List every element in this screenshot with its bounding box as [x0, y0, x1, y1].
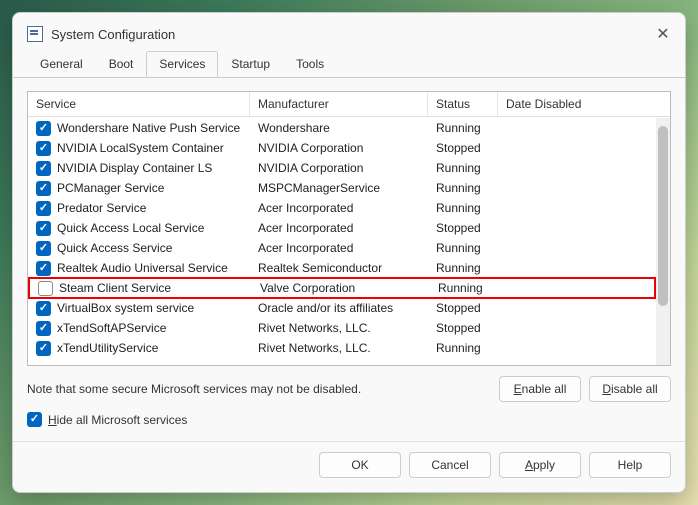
service-status: Running — [428, 161, 498, 175]
service-status: Running — [430, 281, 500, 295]
service-manufacturer: Oracle and/or its affiliates — [250, 301, 428, 315]
service-checkbox[interactable] — [36, 181, 51, 196]
tab-tools[interactable]: Tools — [283, 51, 337, 77]
service-manufacturer: MSPCManagerService — [250, 181, 428, 195]
titlebar: System Configuration ✕ — [13, 13, 685, 51]
table-row[interactable]: VirtualBox system service Oracle and/or i… — [28, 298, 656, 318]
service-status: Stopped — [428, 301, 498, 315]
service-checkbox[interactable] — [36, 201, 51, 216]
tab-services[interactable]: Services — [146, 51, 218, 77]
service-manufacturer: Wondershare — [250, 121, 428, 135]
table-row[interactable]: Steam Client Service Valve CorporationRun… — [28, 277, 656, 299]
app-icon — [27, 26, 43, 42]
table-row[interactable]: Realtek Audio Universal Service Realtek S… — [28, 258, 656, 278]
service-name: Quick Access Service — [57, 241, 172, 255]
service-checkbox[interactable] — [36, 321, 51, 336]
window-title: System Configuration — [51, 27, 655, 42]
enable-all-button[interactable]: Enable all — [499, 376, 581, 402]
service-name: NVIDIA Display Container LS — [57, 161, 212, 175]
service-checkbox[interactable] — [36, 341, 51, 356]
service-name: Wondershare Native Push Service — [57, 121, 240, 135]
system-configuration-window: System Configuration ✕ GeneralBootServic… — [12, 12, 686, 493]
service-manufacturer: NVIDIA Corporation — [250, 161, 428, 175]
service-checkbox[interactable] — [36, 141, 51, 156]
service-manufacturer: Realtek Semiconductor — [250, 261, 428, 275]
service-checkbox[interactable] — [36, 301, 51, 316]
table-row[interactable]: xTendSoftAPService Rivet Networks, LLC.St… — [28, 318, 656, 338]
table-row[interactable]: PCManager Service MSPCManagerServiceRunni… — [28, 178, 656, 198]
hide-microsoft-row: Hide all Microsoft services — [27, 412, 671, 427]
apply-button[interactable]: Apply — [499, 452, 581, 478]
dialog-footer: OK Cancel Apply Help — [13, 441, 685, 492]
service-name: Predator Service — [57, 201, 146, 215]
service-checkbox[interactable] — [36, 261, 51, 276]
hide-microsoft-label: Hide all Microsoft services — [48, 413, 187, 427]
service-name: Quick Access Local Service — [57, 221, 204, 235]
scrollbar[interactable] — [656, 118, 670, 365]
tab-boot[interactable]: Boot — [96, 51, 147, 77]
service-status: Running — [428, 241, 498, 255]
service-status: Running — [428, 201, 498, 215]
list-rows: Wondershare Native Push Service Wondersha… — [28, 118, 656, 365]
services-list: Service Manufacturer Status Date Disable… — [27, 91, 671, 366]
col-status[interactable]: Status — [428, 92, 498, 116]
help-button[interactable]: Help — [589, 452, 671, 478]
service-status: Stopped — [428, 221, 498, 235]
table-row[interactable]: Quick Access Service Acer IncorporatedRun… — [28, 238, 656, 258]
under-list-row: Note that some secure Microsoft services… — [27, 376, 671, 402]
col-service[interactable]: Service — [28, 92, 250, 116]
service-status: Stopped — [428, 141, 498, 155]
service-name: PCManager Service — [57, 181, 164, 195]
service-checkbox[interactable] — [38, 281, 53, 296]
col-date-disabled[interactable]: Date Disabled — [498, 92, 670, 116]
service-checkbox[interactable] — [36, 221, 51, 236]
tab-general[interactable]: General — [27, 51, 96, 77]
service-manufacturer: Rivet Networks, LLC. — [250, 321, 428, 335]
service-manufacturer: Acer Incorporated — [250, 201, 428, 215]
col-manufacturer[interactable]: Manufacturer — [250, 92, 428, 116]
service-checkbox[interactable] — [36, 241, 51, 256]
tab-startup[interactable]: Startup — [218, 51, 283, 77]
service-name: VirtualBox system service — [57, 301, 194, 315]
disable-all-button[interactable]: Disable all — [589, 376, 671, 402]
service-checkbox[interactable] — [36, 121, 51, 136]
service-status: Running — [428, 181, 498, 195]
table-row[interactable]: Wondershare Native Push Service Wondersha… — [28, 118, 656, 138]
table-row[interactable]: Predator Service Acer IncorporatedRunning — [28, 198, 656, 218]
service-manufacturer: Acer Incorporated — [250, 241, 428, 255]
table-row[interactable]: Quick Access Local Service Acer Incorpora… — [28, 218, 656, 238]
dialog-body: Service Manufacturer Status Date Disable… — [13, 77, 685, 441]
table-row[interactable]: xTendUtilityService Rivet Networks, LLC.R… — [28, 338, 656, 358]
service-checkbox[interactable] — [36, 161, 51, 176]
service-name: Steam Client Service — [59, 281, 171, 295]
service-name: NVIDIA LocalSystem Container — [57, 141, 224, 155]
service-manufacturer: Rivet Networks, LLC. — [250, 341, 428, 355]
service-status: Stopped — [428, 321, 498, 335]
cancel-button[interactable]: Cancel — [409, 452, 491, 478]
service-name: Realtek Audio Universal Service — [57, 261, 228, 275]
service-status: Running — [428, 341, 498, 355]
service-manufacturer: Acer Incorporated — [250, 221, 428, 235]
tab-bar: GeneralBootServicesStartupTools — [13, 51, 685, 78]
note-text: Note that some secure Microsoft services… — [27, 382, 491, 396]
service-name: xTendUtilityService — [57, 341, 158, 355]
table-row[interactable]: NVIDIA LocalSystem Container NVIDIA Corpo… — [28, 138, 656, 158]
service-status: Running — [428, 261, 498, 275]
service-manufacturer: Valve Corporation — [252, 281, 430, 295]
service-manufacturer: NVIDIA Corporation — [250, 141, 428, 155]
service-name: xTendSoftAPService — [57, 321, 166, 335]
hide-microsoft-checkbox[interactable] — [27, 412, 42, 427]
table-row[interactable]: NVIDIA Display Container LS NVIDIA Corpor… — [28, 158, 656, 178]
close-icon[interactable]: ✕ — [655, 26, 671, 42]
scroll-thumb[interactable] — [658, 126, 668, 306]
list-header: Service Manufacturer Status Date Disable… — [28, 92, 670, 117]
service-status: Running — [428, 121, 498, 135]
ok-button[interactable]: OK — [319, 452, 401, 478]
